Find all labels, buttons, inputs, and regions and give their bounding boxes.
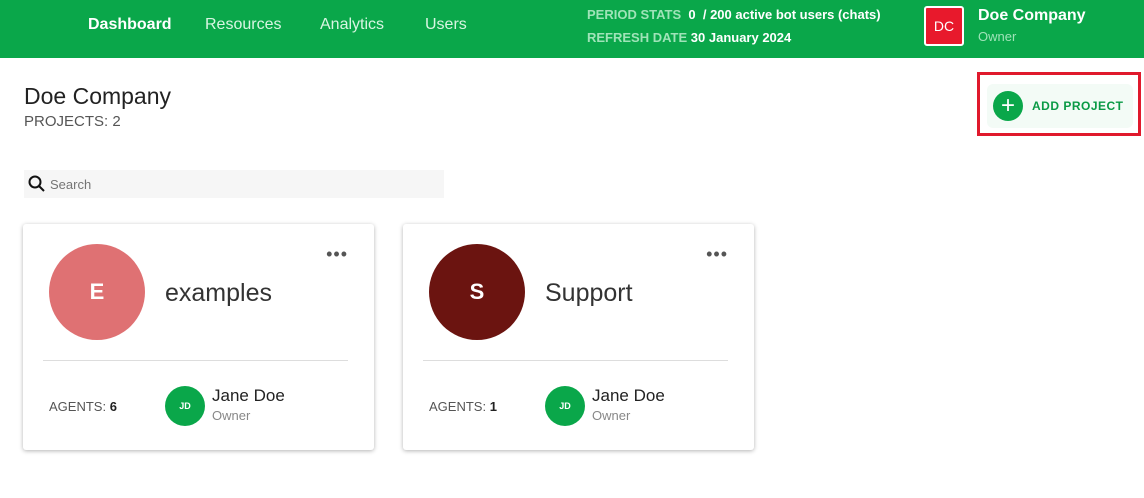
refresh-date: REFRESH DATE 30 January 2024 [587, 30, 791, 45]
divider [43, 360, 348, 361]
account-name[interactable]: Doe Company [978, 7, 1086, 25]
agents-count: AGENTS: 1 [429, 399, 497, 414]
nav-resources[interactable]: Resources [205, 16, 281, 34]
nav-users[interactable]: Users [425, 16, 467, 34]
nav-dashboard[interactable]: Dashboard [88, 16, 172, 34]
user-name: Jane Doe [592, 386, 665, 405]
more-options-icon[interactable]: ••• [706, 245, 728, 263]
project-name[interactable]: examples [165, 279, 272, 308]
top-bar: Dashboard Resources Analytics Users PERI… [0, 0, 1144, 58]
account-avatar[interactable]: DC [924, 6, 964, 46]
project-card[interactable]: S Support ••• AGENTS: 1 JD Jane Doe Owne… [403, 224, 754, 450]
refresh-value: 30 January 2024 [690, 30, 792, 45]
user-role: Owner [212, 408, 251, 423]
search-bar [24, 170, 444, 198]
project-avatar: S [429, 244, 525, 340]
user-avatar: JD [545, 386, 585, 426]
user-avatar: JD [165, 386, 205, 426]
projects-count: PROJECTS: 2 [24, 113, 121, 130]
user-name: Jane Doe [212, 386, 285, 405]
nav-analytics[interactable]: Analytics [320, 16, 384, 34]
search-icon [28, 175, 45, 192]
add-project-label: ADD PROJECT [1032, 99, 1124, 113]
plus-icon: + [993, 91, 1023, 121]
agents-value: 6 [109, 399, 117, 414]
agents-count: AGENTS: 6 [49, 399, 117, 414]
page-title: Doe Company [24, 83, 172, 109]
divider [423, 360, 728, 361]
account-role: Owner [978, 29, 1017, 44]
agents-value: 1 [489, 399, 497, 414]
project-avatar: E [49, 244, 145, 340]
search-input[interactable] [50, 176, 430, 192]
project-name[interactable]: Support [545, 279, 633, 308]
agents-label: AGENTS: [429, 399, 487, 414]
period-label: PERIOD STATS [587, 7, 682, 22]
period-suffix: / 200 active bot users (chats) [702, 7, 881, 22]
add-project-button[interactable]: + ADD PROJECT [987, 84, 1133, 128]
agents-label: AGENTS: [49, 399, 107, 414]
user-role: Owner [592, 408, 631, 423]
period-value: 0 [688, 7, 696, 22]
project-card[interactable]: E examples ••• AGENTS: 6 JD Jane Doe Own… [23, 224, 374, 450]
more-options-icon[interactable]: ••• [326, 245, 348, 263]
period-stats: PERIOD STATS 0 / 200 active bot users (c… [587, 7, 881, 22]
refresh-label: REFRESH DATE [587, 30, 688, 45]
